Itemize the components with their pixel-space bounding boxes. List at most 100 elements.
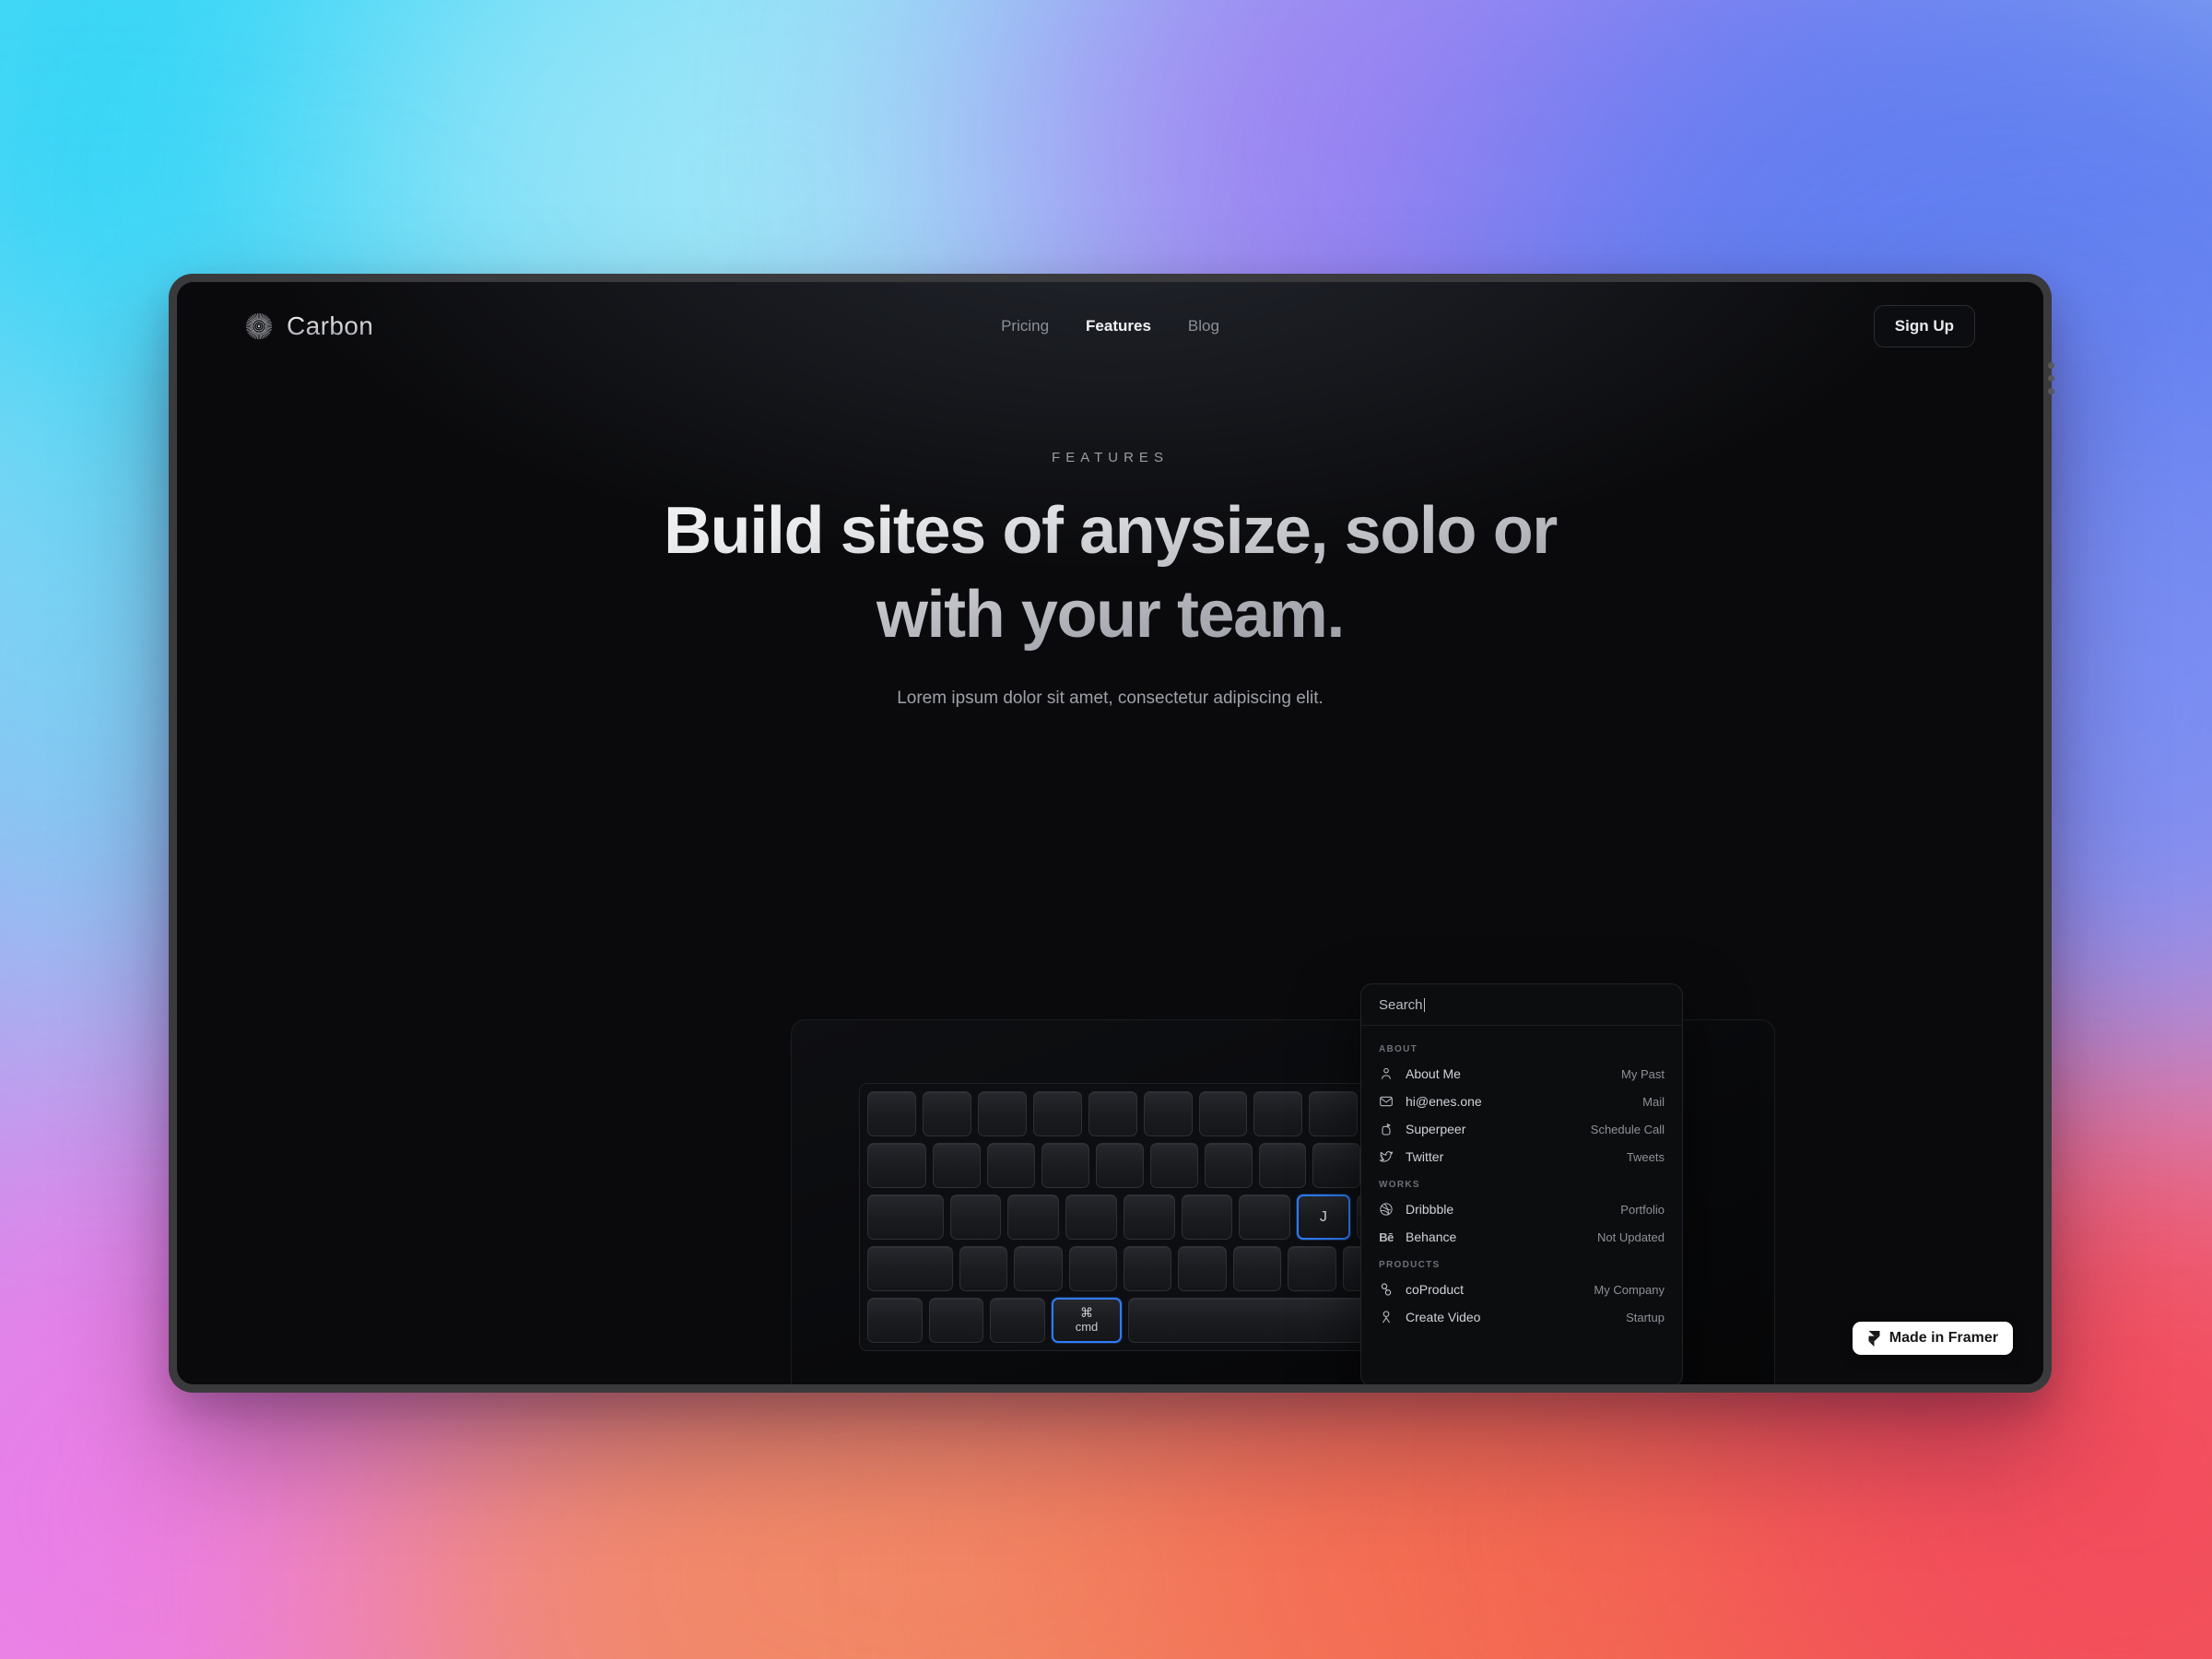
palette-item-meta: Schedule Call [1590,1122,1665,1136]
palette-item-meta: My Company [1594,1282,1665,1297]
key-blank[interactable] [1239,1194,1291,1240]
site-header: Carbon Pricing Features Blog Sign Up [177,282,2043,371]
hero-section: FEATURES Build sites of anysize, solo or… [177,371,2043,709]
key-sublabel: cmd [1075,1320,1099,1335]
key-blank[interactable] [1149,1143,1198,1188]
key-blank[interactable] [1178,1246,1227,1291]
superpeer-icon [1379,1122,1394,1136]
key-blank[interactable] [1014,1246,1063,1291]
key-blank[interactable] [867,1298,923,1343]
palette-item-name: Behance [1406,1230,1457,1244]
key-blank[interactable] [1068,1246,1117,1291]
palette-item-meta: Startup [1626,1310,1665,1324]
palette-item-meta: Not Updated [1597,1230,1665,1244]
key-blank[interactable] [1095,1143,1144,1188]
palette-item[interactable]: About Me My Past [1361,1060,1682,1088]
key-blank[interactable] [1253,1091,1303,1136]
key-blank[interactable] [1123,1246,1172,1291]
palette-group-label-about: ABOUT [1379,1044,1418,1054]
key-blank[interactable] [933,1143,982,1188]
twitter-icon [1379,1149,1394,1164]
palette-item-name: coProduct [1406,1282,1465,1297]
hero-heading-line-1: Build sites of anysize, solo or [664,494,1557,568]
sign-up-button[interactable]: Sign Up [1873,305,1975,347]
key-blank[interactable] [867,1194,944,1240]
key-blank[interactable] [977,1091,1027,1136]
palette-item[interactable]: Create Video Startup [1361,1303,1682,1331]
command-palette[interactable]: Search ABOUT About Me My Past hi@enes.one Ma… [1360,983,1683,1384]
key-blank[interactable] [1143,1091,1193,1136]
nav-item-features[interactable]: Features [1086,317,1151,335]
sunburst-logo-icon [245,312,273,340]
key-blank[interactable] [1065,1194,1117,1240]
device-side-buttons[interactable] [2048,362,2054,394]
website-page: Carbon Pricing Features Blog Sign Up FEA… [177,282,2043,1384]
key-blank[interactable] [990,1298,1045,1343]
palette-group-label-products: PRODUCTS [1379,1260,1441,1270]
palette-item-meta: Tweets [1626,1149,1665,1164]
main-nav: Pricing Features Blog [1001,317,1219,335]
key-blank[interactable] [1198,1091,1248,1136]
nav-item-pricing[interactable]: Pricing [1001,317,1049,335]
key-blank[interactable] [1181,1194,1233,1240]
command-glyph-icon: ⌘ [1080,1305,1093,1321]
key-blank[interactable] [1232,1246,1282,1291]
device-frame: Carbon Pricing Features Blog Sign Up FEA… [169,274,2054,1393]
palette-item-name: Create Video [1406,1310,1481,1324]
text-caret [1423,997,1425,1012]
create-video-icon [1379,1310,1394,1324]
key-blank[interactable] [928,1298,984,1343]
person-icon [1379,1066,1394,1081]
key-blank[interactable] [1007,1194,1060,1240]
key-blank[interactable] [1288,1246,1336,1291]
key-blank[interactable] [1041,1143,1089,1188]
hero-heading-line-2: with your team. [876,578,1345,653]
hero-heading: Build sites of anysize, solo or with you… [177,489,2043,658]
palette-item-name: Dribbble [1406,1202,1454,1217]
mail-icon [1379,1094,1394,1109]
behance-icon: Bē [1379,1230,1394,1244]
palette-item-meta: My Past [1621,1066,1665,1081]
key-blank[interactable] [987,1143,1036,1188]
key-blank[interactable] [949,1194,1002,1240]
palette-item[interactable]: Twitter Tweets [1361,1143,1682,1171]
dribbble-icon [1379,1202,1394,1217]
brand-logo[interactable]: Carbon [245,312,373,341]
framer-logo-icon [1867,1330,1881,1347]
palette-item-name: hi@enes.one [1406,1094,1482,1109]
palette-item-name: Superpeer [1406,1122,1466,1136]
palette-results: ABOUT About Me My Past hi@enes.one Mail Super… [1361,1026,1682,1331]
key-blank[interactable] [1032,1091,1082,1136]
key-blank[interactable] [1258,1143,1307,1188]
palette-item-meta: Portfolio [1620,1202,1665,1217]
key-blank[interactable] [922,1091,971,1136]
key-blank[interactable] [867,1143,927,1188]
key-j[interactable]: J [1297,1194,1350,1240]
key-blank[interactable] [1088,1091,1137,1136]
hero-subtitle: Lorem ipsum dolor sit amet, consectetur … [897,688,1324,708]
palette-group-label-works: WORKS [1379,1180,1420,1190]
palette-item[interactable]: coProduct My Company [1361,1276,1682,1303]
palette-item-name: About Me [1406,1066,1461,1081]
framer-badge-label: Made in Framer [1888,1330,1998,1346]
key-blank[interactable] [1204,1143,1253,1188]
device-screen: Carbon Pricing Features Blog Sign Up FEA… [177,282,2043,1384]
palette-search-input[interactable]: Search [1361,984,1682,1026]
palette-item[interactable]: Dribbble Portfolio [1361,1195,1682,1223]
key-blank[interactable] [1123,1194,1175,1240]
key-blank[interactable] [959,1246,1008,1291]
key-blank[interactable] [867,1246,953,1291]
made-in-framer-badge[interactable]: Made in Framer [1852,1322,2013,1355]
palette-item[interactable]: Bē Behance Not Updated [1361,1223,1682,1251]
hero-eyebrow: FEATURES [1052,450,1169,465]
key-blank[interactable] [1312,1143,1361,1188]
palette-item[interactable]: hi@enes.one Mail [1361,1088,1682,1115]
palette-search-value: Search [1379,996,1423,1013]
key-cmd[interactable]: ⌘ cmd [1051,1298,1123,1343]
palette-item[interactable]: Superpeer Schedule Call [1361,1115,1682,1143]
nav-item-blog[interactable]: Blog [1188,317,1219,335]
key-blank[interactable] [1309,1091,1359,1136]
palette-item-name: Twitter [1406,1149,1444,1164]
link-icon [1379,1282,1394,1297]
key-blank[interactable] [867,1091,916,1136]
